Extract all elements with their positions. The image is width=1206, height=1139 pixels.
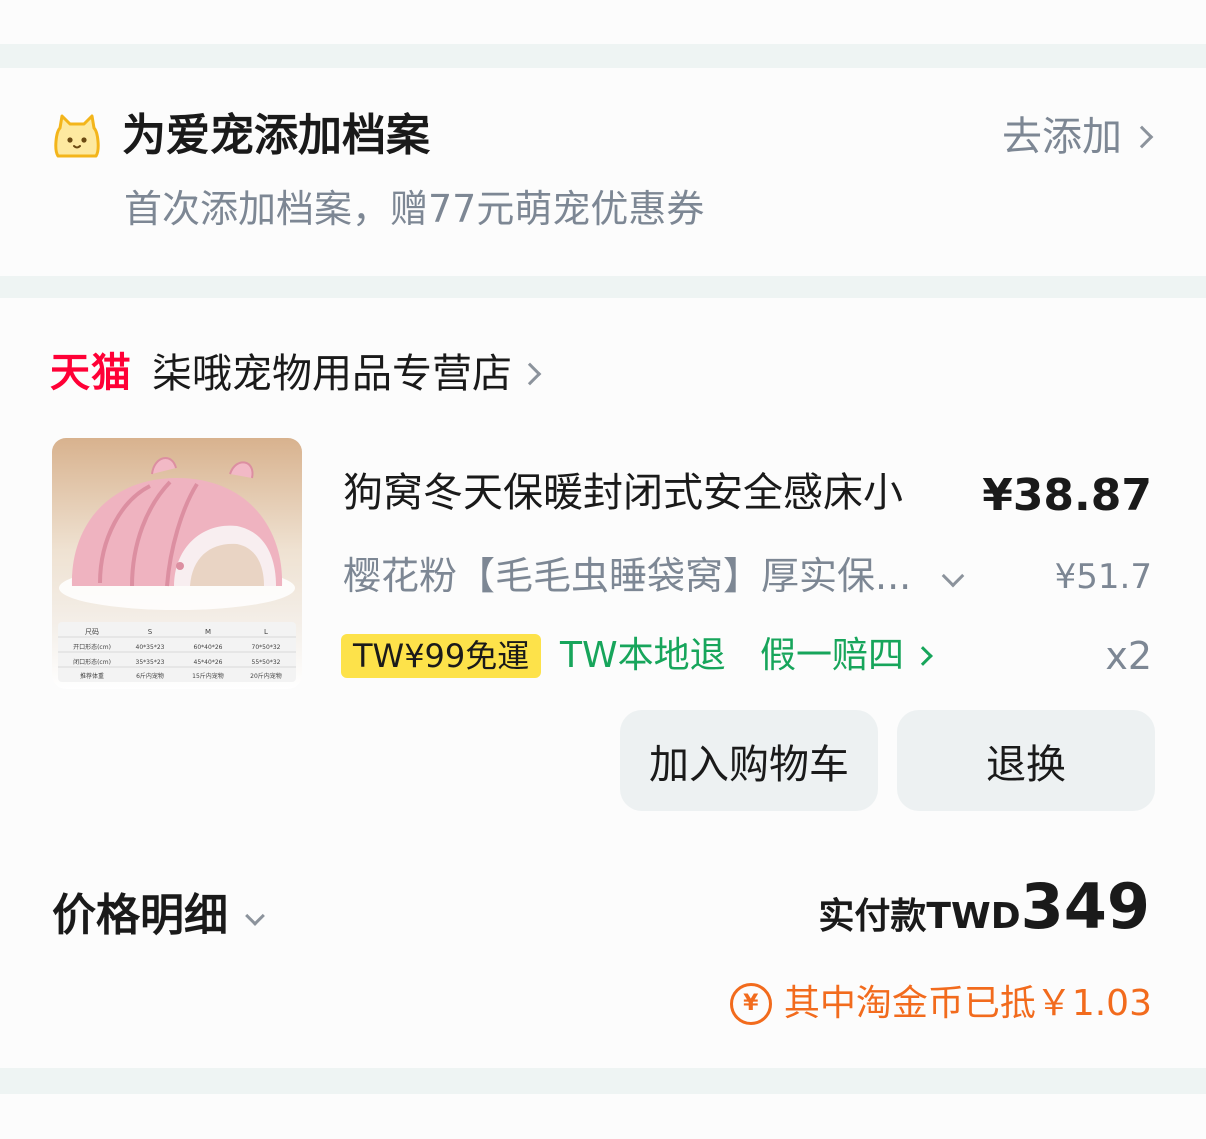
- chevron-right-icon: [1130, 125, 1154, 149]
- pet-profile-title: 为爱宠添加档案: [122, 110, 430, 161]
- size-row-value: 60*40*26: [194, 644, 223, 651]
- original-price: ¥51.7: [1054, 557, 1152, 597]
- total-paid-amount: 349: [1020, 870, 1150, 943]
- size-row-value: 40*35*23: [136, 644, 165, 651]
- order-detail-page: 为爱宠添加档案 首次添加档案，赠77元萌宠优惠券 去添加 天猫 柒哦宠物用品专营…: [0, 0, 1206, 1139]
- tmall-logo: 天猫: [50, 350, 132, 396]
- coin-deduction-text: 其中淘金币已抵￥1.03: [783, 983, 1152, 1024]
- chevron-down-icon: [245, 906, 265, 926]
- return-exchange-button[interactable]: 退换: [897, 710, 1155, 811]
- guarantee-label: 假一赔四: [760, 635, 905, 676]
- total-paid: 实付款TWD 349: [818, 872, 1150, 952]
- total-paid-label: 实付款TWD: [818, 896, 1021, 937]
- size-row-value: 20斤内宠物: [250, 672, 282, 680]
- pet-bed-image: 尺码 S M L 开口形态(cm) 40*35*23 60*40*26 70*5…: [58, 457, 296, 682]
- local-return-label: TW本地退: [560, 635, 726, 676]
- price-detail-label: 价格明细: [52, 890, 228, 941]
- add-pet-profile-link[interactable]: 去添加: [1002, 110, 1154, 164]
- quantity: x2: [1105, 634, 1152, 678]
- product-thumbnail[interactable]: 尺码 S M L 开口形态(cm) 40*35*23 60*40*26 70*5…: [52, 438, 302, 689]
- size-header-m: M: [205, 628, 211, 636]
- cat-face-icon: [54, 114, 100, 158]
- add-to-cart-button[interactable]: 加入购物车: [620, 710, 878, 811]
- coin-deduction: ¥ 其中淘金币已抵￥1.03: [729, 978, 1152, 1030]
- shipping-badge: TW¥99免運: [341, 634, 542, 678]
- bottom-divider: [0, 1068, 1206, 1094]
- sku-selector[interactable]: 樱花粉【毛毛虫睡袋窝】厚实保...: [343, 550, 965, 602]
- chevron-right-icon: [518, 362, 542, 386]
- chevron-down-icon: [941, 564, 965, 588]
- product-price: ¥38.87: [982, 470, 1152, 521]
- size-row-label: 闭口形态(cm): [73, 658, 111, 666]
- top-divider: [0, 44, 1206, 68]
- size-row-value: 15斤内宠物: [192, 672, 224, 680]
- add-pet-profile-label: 去添加: [1002, 114, 1122, 160]
- size-header-label: 尺码: [85, 628, 99, 636]
- size-row-value: 6斤内宠物: [136, 672, 164, 680]
- size-header-s: S: [148, 628, 153, 636]
- size-row-label: 开口形态(cm): [73, 643, 111, 651]
- guarantee-link[interactable]: 假一赔四: [760, 630, 933, 682]
- store-link[interactable]: 柒哦宠物用品专营店: [152, 346, 542, 402]
- size-row-value: 45*40*26: [194, 659, 223, 666]
- sku-label: 樱花粉【毛毛虫睡袋窝】厚实保...: [343, 554, 912, 598]
- product-title[interactable]: 狗窝冬天保暖封闭式安全感床小: [343, 466, 975, 520]
- size-row-label: 推荐体重: [80, 672, 104, 680]
- size-row-value: 35*35*23: [136, 659, 165, 666]
- size-row-value: 55*50*32: [252, 659, 281, 666]
- chevron-right-icon: [913, 646, 933, 666]
- price-detail-toggle[interactable]: 价格明细: [52, 886, 265, 946]
- pet-profile-subtitle: 首次添加档案，赠77元萌宠优惠券: [124, 187, 705, 231]
- store-name: 柒哦宠物用品专营店: [152, 351, 512, 397]
- section-divider: [0, 276, 1206, 298]
- yen-coin-icon: ¥: [729, 983, 772, 1025]
- size-row-value: 70*50*32: [252, 644, 281, 651]
- size-header-l: L: [264, 628, 268, 636]
